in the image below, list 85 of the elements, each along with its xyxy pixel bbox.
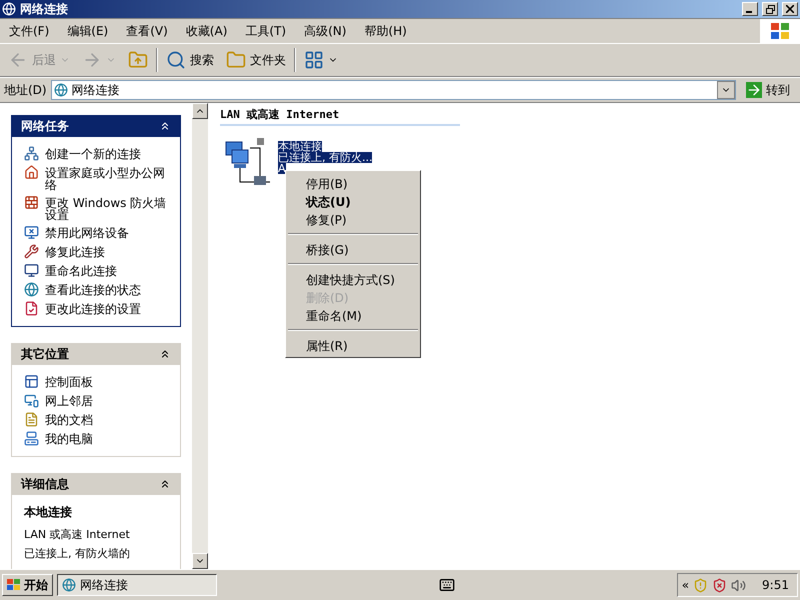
globe-icon <box>2 2 16 16</box>
details-name: 本地连接 <box>24 504 73 521</box>
scrollbar[interactable] <box>192 103 208 569</box>
keyboard-icon[interactable] <box>438 577 455 593</box>
folder-icon <box>226 50 246 70</box>
details-text: 已连接上, 有防火墙的 <box>24 546 131 561</box>
scroll-down-button[interactable] <box>192 553 208 569</box>
details-text: LAN 或高速 Internet <box>24 527 131 542</box>
connection-label[interactable]: 已连接上, 有防火... <box>278 152 372 163</box>
menu-item[interactable]: 桥接(G) <box>288 240 418 258</box>
task-link[interactable]: 我的文档 <box>24 412 172 427</box>
scroll-up-button[interactable] <box>192 103 208 119</box>
restore-icon <box>766 4 774 14</box>
globe-icon <box>54 83 68 97</box>
flag-logo-icon <box>770 22 790 40</box>
task-link[interactable]: 更改 Windows 防火墙设置 <box>24 195 172 221</box>
task-link[interactable]: 控制面板 <box>24 374 172 389</box>
monitor-x-icon <box>24 225 39 240</box>
minimize-button[interactable] <box>742 2 758 16</box>
collapse-icon[interactable] <box>159 348 171 360</box>
shield-x-icon[interactable] <box>712 578 728 592</box>
house-icon <box>24 165 39 180</box>
folder-up-icon <box>128 50 148 70</box>
clock: 9:51 <box>762 578 789 592</box>
close-button[interactable] <box>782 2 798 16</box>
panel-title: 详细信息 <box>21 476 70 492</box>
menu-item[interactable]: 收藏(A) <box>176 22 236 40</box>
menu-item[interactable]: 高级(N) <box>295 22 356 40</box>
task-link[interactable]: 更改此连接的设置 <box>24 301 172 316</box>
go-button[interactable]: 转到 <box>740 79 796 101</box>
menu-item[interactable]: 查看(V) <box>117 22 177 40</box>
window-title: 网络连接 <box>20 0 69 18</box>
menu-item[interactable]: 编辑(E) <box>58 22 118 40</box>
toolbar-button[interactable]: 搜索 <box>162 46 218 74</box>
task-link[interactable]: 查看此连接的状态 <box>24 282 172 297</box>
brick-wall-icon <box>24 195 39 210</box>
task-link[interactable]: 设置家庭或小型办公网络 <box>24 165 172 191</box>
monitor-icon <box>24 263 39 278</box>
panel-title: 网络任务 <box>21 118 70 134</box>
connection-label[interactable]: 本地连接 <box>278 141 322 152</box>
menu-item[interactable]: 属性(R) <box>288 336 418 354</box>
menu-item[interactable]: 创建快捷方式(S) <box>288 270 418 288</box>
speaker-icon[interactable] <box>731 578 746 592</box>
panel-icon <box>24 374 39 389</box>
task-link[interactable]: 网上邻居 <box>24 393 172 408</box>
close-icon <box>786 5 794 13</box>
task-link[interactable]: 重命名此连接 <box>24 263 172 278</box>
task-link[interactable]: 禁用此网络设备 <box>24 225 172 240</box>
start-button[interactable]: 开始 <box>2 574 53 596</box>
taskbar-button[interactable]: 网络连接 <box>57 574 217 596</box>
views-icon <box>304 50 324 70</box>
task-link[interactable]: 创建一个新的连接 <box>24 146 172 161</box>
collapse-icon[interactable] <box>159 478 171 490</box>
document-icon <box>24 412 39 427</box>
search-icon <box>166 50 186 70</box>
menu-item[interactable]: 帮助(H) <box>355 22 416 40</box>
panel-header[interactable]: 其它位置 <box>11 343 181 365</box>
menu-item[interactable]: 文件(F) <box>0 22 58 40</box>
menu-item[interactable]: 修复(P) <box>288 210 418 228</box>
restore-button[interactable] <box>762 2 778 16</box>
panel-header[interactable]: 详细信息 <box>11 473 181 495</box>
task-link[interactable]: 我的电脑 <box>24 431 172 446</box>
globe-icon <box>62 578 76 592</box>
toolbar-button[interactable]: 文件夹 <box>222 46 290 74</box>
collapse-icon[interactable] <box>159 120 171 132</box>
task-link[interactable]: 修复此连接 <box>24 244 172 259</box>
wrench-icon <box>24 244 39 259</box>
group-heading: LAN 或高速 Internet <box>220 107 460 126</box>
menu-item[interactable]: 重命名(M) <box>288 306 418 324</box>
computer-icon <box>24 431 39 446</box>
panel-header[interactable]: 网络任务 <box>11 115 181 137</box>
expand-button[interactable]: « <box>682 578 690 592</box>
menu-item[interactable]: 工具(T) <box>236 22 296 40</box>
address-field[interactable]: 网络连接 <box>50 80 736 100</box>
menu-item[interactable]: 状态(U) <box>288 192 418 210</box>
network-icon <box>24 146 39 161</box>
file-check-icon <box>24 301 39 316</box>
connection-label[interactable]: A <box>278 163 286 174</box>
globe-icon <box>24 282 39 297</box>
dropdown-button[interactable] <box>717 81 735 99</box>
menu-item[interactable]: 停用(B) <box>288 174 418 192</box>
panel-title: 其它位置 <box>21 346 70 362</box>
address-label: 地址(D) <box>4 82 47 98</box>
computers-icon <box>24 393 39 408</box>
flag-logo-icon <box>7 579 21 591</box>
